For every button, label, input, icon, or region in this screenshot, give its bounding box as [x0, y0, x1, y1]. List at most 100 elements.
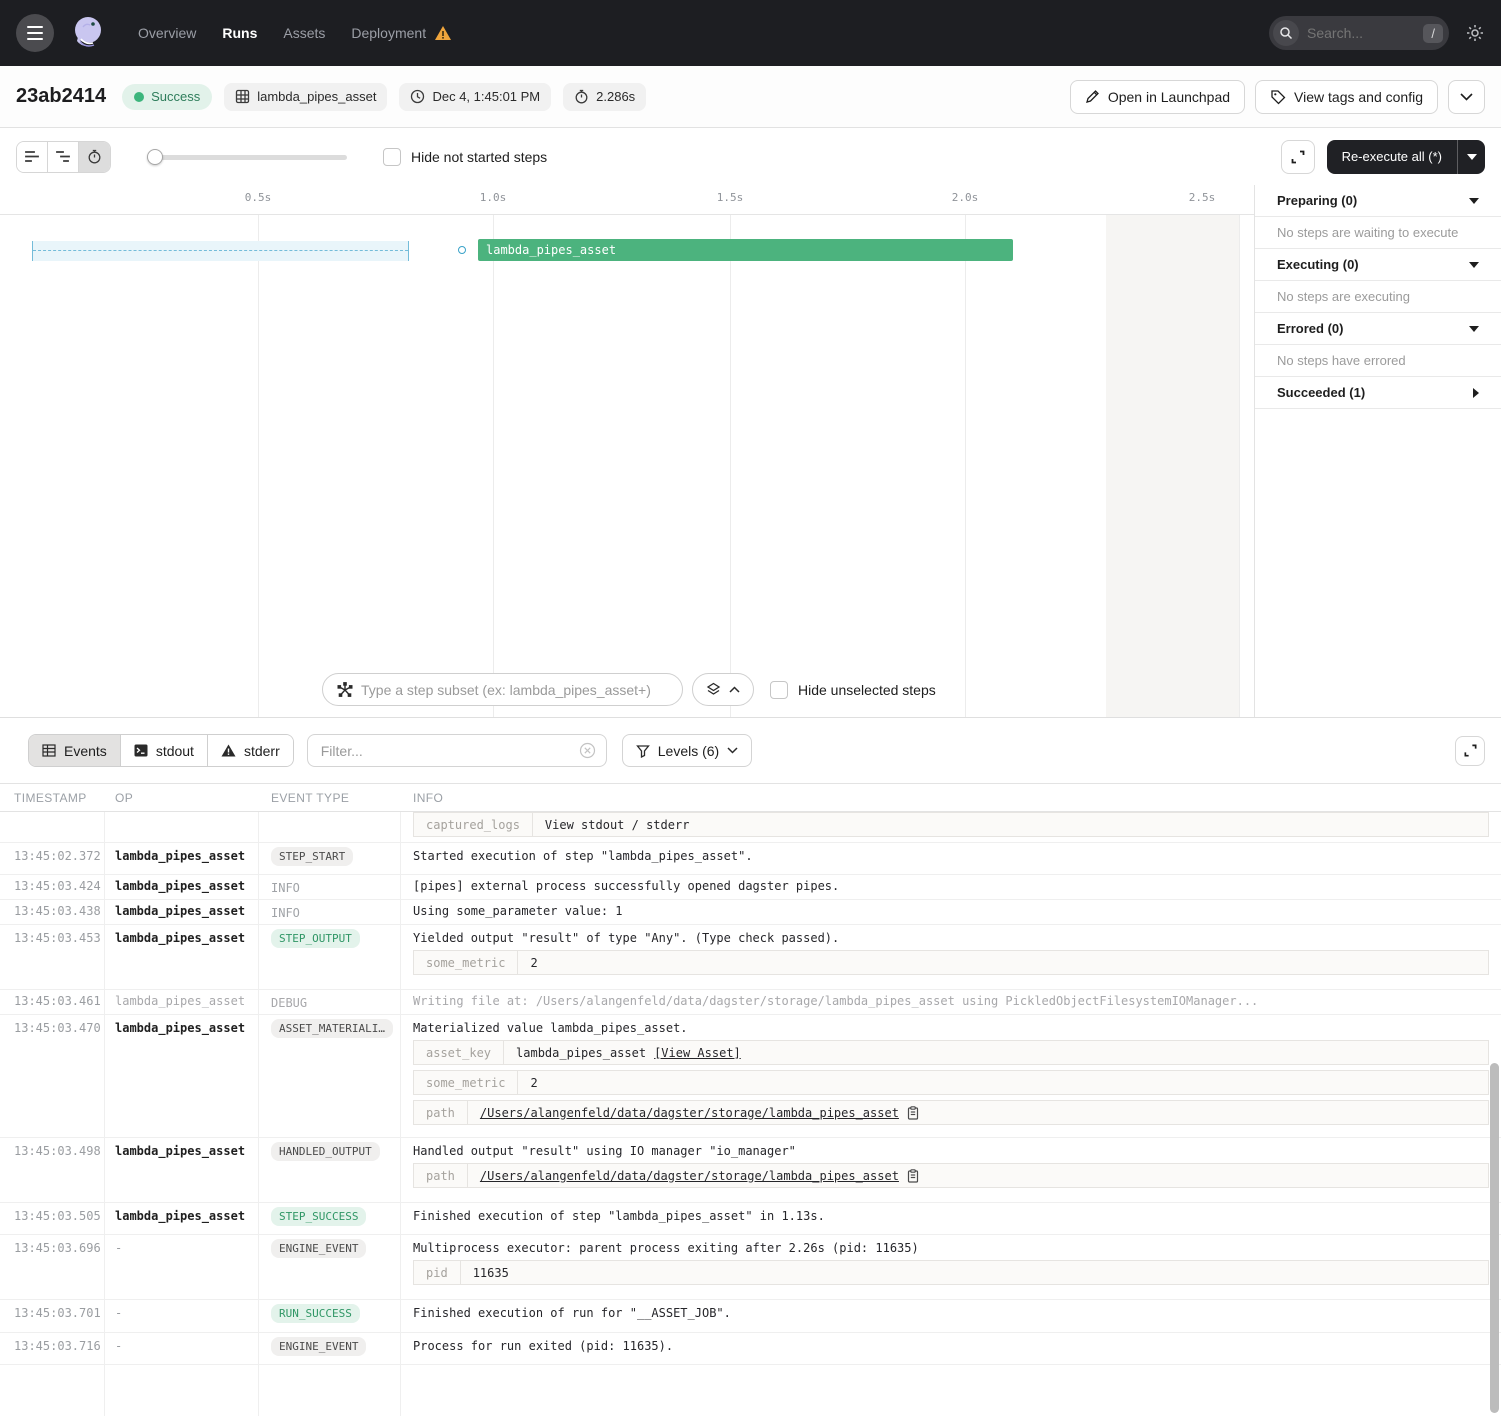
run-status-badge: Success [122, 84, 212, 110]
logs-toolbar: Events stdout stderr [0, 718, 1501, 783]
clear-filter-icon[interactable] [579, 742, 596, 759]
nav-runs[interactable]: Runs [222, 25, 257, 41]
run-header-more-button[interactable] [1448, 80, 1485, 114]
gantt-plot-area: lambda_pipes_asset [0, 215, 1254, 717]
log-row[interactable]: 13:45:03.438 lambda_pipes_asset INFO Usi… [0, 900, 1501, 925]
search-icon [1273, 20, 1299, 46]
step-subset-input[interactable] [361, 682, 668, 698]
log-row[interactable]: 13:45:03.498 lambda_pipes_asset HANDLED_… [0, 1138, 1501, 1203]
caret-down-icon [1469, 326, 1479, 332]
log-row[interactable]: 13:45:03.470 lambda_pipes_asset ASSET_MA… [0, 1015, 1501, 1138]
tick-label: 1.0s [480, 191, 507, 204]
levels-dropdown[interactable]: Levels (6) [622, 734, 752, 767]
log-table: TIMESTAMP OP EVENT TYPE INFO captured_lo… [0, 783, 1501, 1416]
search-input[interactable] [1299, 25, 1423, 41]
timed-view-icon[interactable] [79, 142, 110, 172]
gantt-body: 0.5s 1.0s 1.5s 2.0s 2.5s lambda_pipes_as… [0, 185, 1501, 718]
reexecute-split-button: Re-execute all (*) [1327, 140, 1485, 174]
hide-unselected-checkbox[interactable] [770, 681, 788, 699]
tag-icon [1270, 89, 1286, 105]
tab-stdout[interactable]: stdout [121, 735, 208, 766]
gantt-zoom-slider[interactable] [147, 149, 347, 165]
section-errored[interactable]: Errored (0) [1255, 313, 1501, 345]
section-succeeded[interactable]: Succeeded (1) [1255, 377, 1501, 409]
metadata-link[interactable]: View stdout / stderr [545, 818, 690, 832]
step-start-marker-icon [458, 246, 466, 254]
dagster-logo-icon[interactable] [66, 11, 110, 55]
executing-empty-text: No steps are executing [1255, 281, 1501, 313]
log-row[interactable]: 13:45:03.716 - ENGINE_EVENT Process for … [0, 1333, 1501, 1365]
step-subset-field[interactable] [322, 673, 683, 706]
funnel-icon [636, 744, 650, 758]
log-row[interactable]: captured_logs View stdout / stderr [0, 812, 1501, 843]
errored-empty-text: No steps have errored [1255, 345, 1501, 377]
run-asset-tag[interactable]: lambda_pipes_asset [224, 83, 387, 111]
col-info: INFO [401, 791, 1501, 805]
log-row[interactable]: 13:45:03.453 lambda_pipes_asset STEP_OUT… [0, 925, 1501, 990]
asset-grid-icon [235, 89, 250, 104]
chevron-up-icon [729, 686, 740, 693]
copy-icon[interactable] [907, 1106, 919, 1120]
nav-overview[interactable]: Overview [138, 25, 196, 41]
event-type-pill: HANDLED_OUTPUT [271, 1142, 380, 1161]
flat-view-icon[interactable] [17, 142, 48, 172]
gantt-expand-button[interactable] [1281, 140, 1315, 174]
section-preparing[interactable]: Preparing (0) [1255, 185, 1501, 217]
path-link[interactable]: /Users/alangenfeld/data/dagster/storage/… [480, 1106, 899, 1120]
nav-deployment[interactable]: Deployment [351, 25, 426, 41]
run-id: 23ab2414 [16, 85, 106, 108]
event-type-text: INFO [271, 879, 300, 895]
gantt-chart: 0.5s 1.0s 1.5s 2.0s 2.5s lambda_pipes_as… [0, 185, 1255, 717]
settings-gear-icon[interactable] [1465, 23, 1485, 43]
slider-thumb[interactable] [147, 149, 163, 165]
reexecute-all-button[interactable]: Re-execute all (*) [1327, 140, 1457, 174]
gantt-step-bar[interactable]: lambda_pipes_asset [478, 239, 1013, 261]
stopwatch-icon [574, 89, 589, 104]
open-in-launchpad-button[interactable]: Open in Launchpad [1070, 80, 1245, 114]
log-row[interactable]: 13:45:03.701 - RUN_SUCCESS Finished exec… [0, 1300, 1501, 1333]
hide-not-started-checkbox[interactable] [383, 148, 401, 166]
run-header: 23ab2414 Success lambda_pipes_asset Dec … [0, 66, 1501, 128]
log-filter-input[interactable] [321, 743, 579, 759]
global-search[interactable]: / [1269, 16, 1449, 50]
log-row[interactable]: 13:45:03.505 lambda_pipes_asset STEP_SUC… [0, 1203, 1501, 1235]
log-table-header: TIMESTAMP OP EVENT TYPE INFO [0, 783, 1501, 812]
dagster-run-page: Overview Runs Assets Deployment / [0, 0, 1501, 1416]
run-duration-tag: 2.286s [563, 83, 646, 111]
event-type-text: INFO [271, 904, 300, 920]
warning-triangle-icon [221, 744, 236, 757]
view-tags-config-button[interactable]: View tags and config [1255, 80, 1438, 114]
tab-events[interactable]: Events [29, 735, 121, 766]
vertical-scrollbar[interactable] [1490, 1063, 1499, 1413]
caret-down-icon [1469, 198, 1479, 204]
tick-label: 1.5s [717, 191, 744, 204]
terminal-icon [134, 744, 148, 757]
log-row[interactable]: 13:45:03.461 lambda_pipes_asset DEBUG Wr… [0, 990, 1501, 1015]
log-row[interactable]: 13:45:03.424 lambda_pipes_asset INFO [pi… [0, 875, 1501, 900]
tab-stderr[interactable]: stderr [208, 735, 293, 766]
gantt-toolbar: Hide not started steps Re-execute all (*… [0, 128, 1501, 185]
log-row[interactable]: 13:45:03.696 - ENGINE_EVENT Multiprocess… [0, 1235, 1501, 1300]
section-executing[interactable]: Executing (0) [1255, 249, 1501, 281]
hamburger-menu-button[interactable] [16, 14, 54, 52]
path-link[interactable]: /Users/alangenfeld/data/dagster/storage/… [480, 1169, 899, 1183]
log-tabs: Events stdout stderr [28, 734, 294, 767]
col-event-type: EVENT TYPE [259, 791, 401, 805]
log-table-filler [0, 1365, 1501, 1416]
log-filter-field[interactable] [307, 734, 607, 767]
view-asset-link[interactable]: [View Asset] [654, 1046, 741, 1060]
tick-label: 2.5s [1189, 191, 1216, 204]
copy-icon[interactable] [907, 1169, 919, 1183]
step-status-side-panel: Preparing (0) No steps are waiting to ex… [1255, 185, 1501, 717]
table-icon [42, 744, 56, 757]
graph-query-toggle-button[interactable] [692, 673, 754, 706]
logs-expand-button[interactable] [1455, 736, 1485, 766]
nav-assets[interactable]: Assets [283, 25, 325, 41]
log-row[interactable]: 13:45:02.372 lambda_pipes_asset STEP_STA… [0, 843, 1501, 875]
gantt-time-ruler: 0.5s 1.0s 1.5s 2.0s 2.5s [0, 185, 1254, 215]
step-subset-controls: Hide unselected steps [322, 673, 936, 706]
main-nav: Overview Runs Assets Deployment [138, 25, 452, 41]
waterfall-view-icon[interactable] [48, 142, 79, 172]
reexecute-options-caret[interactable] [1457, 140, 1485, 174]
hide-not-started-label: Hide not started steps [411, 149, 547, 165]
